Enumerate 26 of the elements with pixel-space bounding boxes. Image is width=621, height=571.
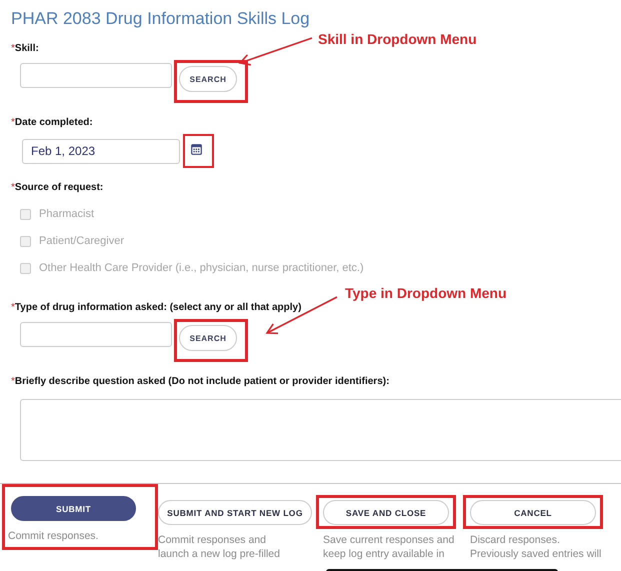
field-label: *Date completed: bbox=[11, 117, 93, 128]
search-field[interactable] bbox=[20, 63, 172, 88]
action-description: Save current responses and keep log entry available in bbox=[323, 533, 455, 561]
question-field[interactable] bbox=[20, 399, 621, 461]
checkbox-label: Patient/Caregiver bbox=[39, 235, 124, 247]
field-label: *Skill: bbox=[11, 43, 39, 54]
action-description: Discard responses. Previously saved entries will bbox=[470, 533, 602, 561]
search-field[interactable] bbox=[20, 322, 172, 347]
search-button[interactable]: SEARCH bbox=[179, 325, 237, 351]
date-field[interactable]: Feb 1, 2023 bbox=[22, 138, 180, 164]
field-label: *Type of drug information asked: (select any or all that apply) bbox=[11, 302, 302, 313]
action-description: Commit responses and launch a new log pre-filled bbox=[158, 533, 281, 561]
action-button[interactable]: SUBMIT bbox=[11, 496, 136, 521]
action-description: Commit responses. bbox=[8, 529, 100, 543]
annotation-label: Type in Dropdown Menu bbox=[345, 285, 507, 301]
page-title: PHAR 2083 Drug Information Skills Log bbox=[11, 9, 311, 29]
action-button[interactable]: SUBMIT AND START NEW LOG bbox=[158, 500, 312, 525]
checkbox-label: Other Health Care Provider (i.e., physician, nurse practitioner, etc.) bbox=[39, 262, 364, 274]
annotation-label: Skill in Dropdown Menu bbox=[318, 31, 477, 47]
search-button[interactable]: SEARCH bbox=[179, 66, 237, 92]
action-button[interactable]: SAVE AND CLOSE bbox=[323, 500, 449, 525]
field-label: *Briefly describe question asked (Do not include patient or provider identifiers): bbox=[11, 376, 390, 387]
field-label: *Source of request: bbox=[11, 182, 104, 193]
checkbox-label: Pharmacist bbox=[39, 208, 94, 220]
action-button[interactable]: CANCEL bbox=[470, 500, 596, 525]
calendar-icon[interactable] bbox=[191, 143, 202, 155]
